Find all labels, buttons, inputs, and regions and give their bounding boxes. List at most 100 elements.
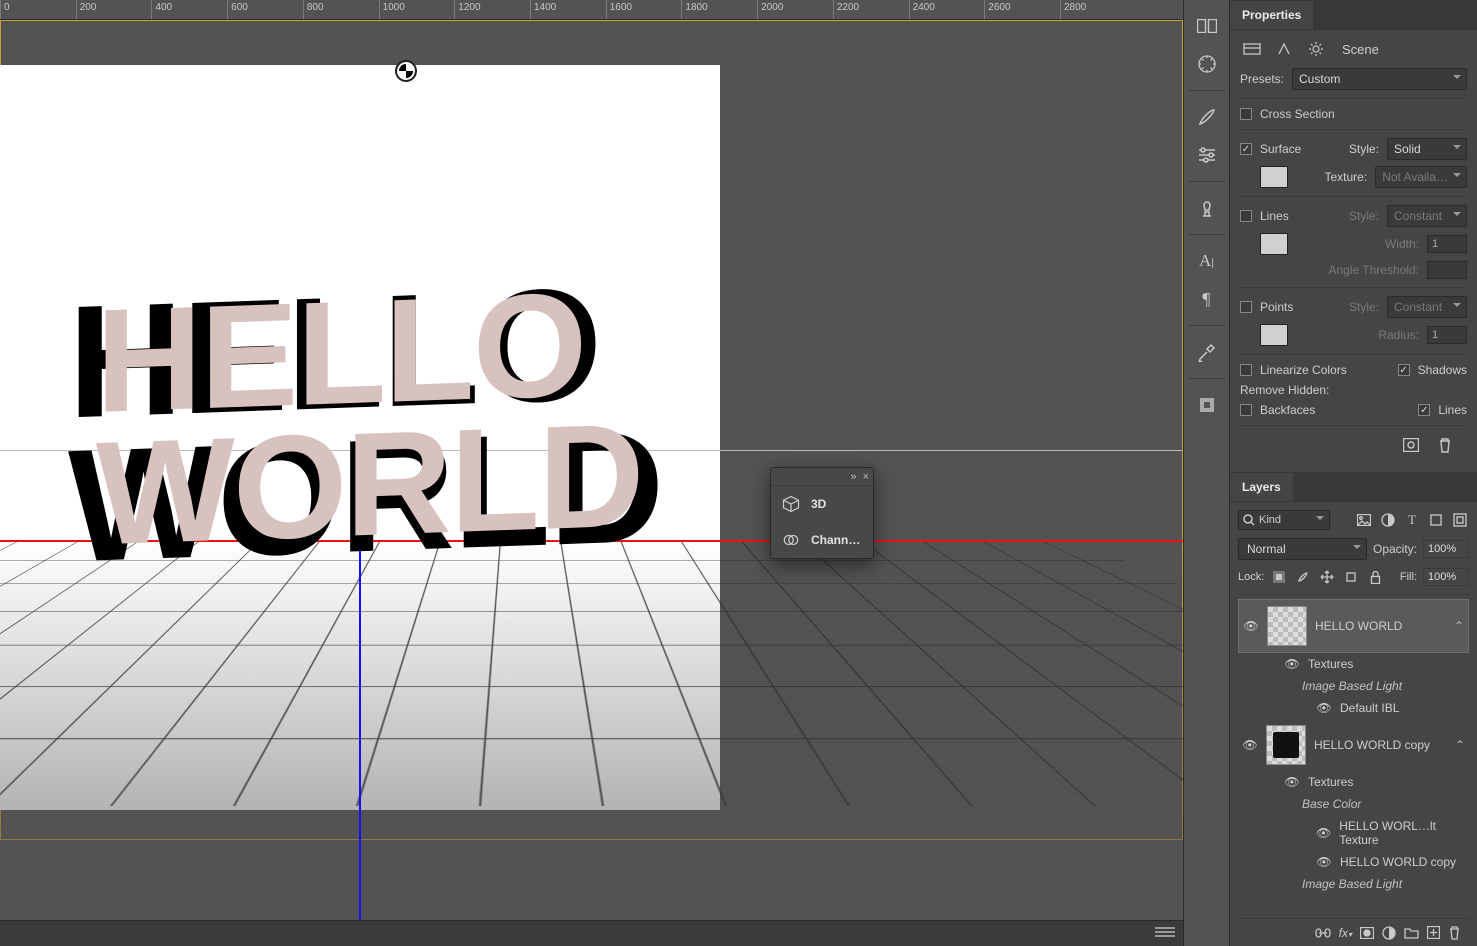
blend-mode-select[interactable]: Normal	[1238, 538, 1367, 560]
side-toolbar: A| ¶	[1183, 0, 1229, 946]
presets-select[interactable]: Custom	[1292, 68, 1467, 90]
mesh-view-icon[interactable]	[1272, 38, 1296, 60]
lock-brush-icon[interactable]	[1294, 568, 1312, 586]
compass-icon[interactable]	[1191, 48, 1223, 80]
cross-section-checkbox[interactable]	[1240, 108, 1252, 120]
backfaces-checkbox[interactable]	[1240, 404, 1252, 416]
ruler-tick: 0	[0, 0, 10, 19]
collapse-icon[interactable]: »	[850, 471, 856, 483]
lock-artboard-icon[interactable]	[1342, 568, 1360, 586]
surface-checkbox[interactable]	[1240, 143, 1252, 155]
ruler-tick: 2400	[909, 0, 935, 19]
visibility-icon[interactable]: 👁	[1284, 775, 1300, 789]
textures-label[interactable]: Textures	[1308, 775, 1353, 789]
trash-icon[interactable]	[1433, 434, 1457, 456]
filter-adjust-icon[interactable]	[1379, 511, 1397, 529]
text-3d-front: HELLO WORLD	[96, 286, 643, 551]
tools-icon[interactable]	[1191, 336, 1223, 368]
fill-label: Fill:	[1400, 571, 1417, 583]
visibility-icon[interactable]: 👁	[1243, 619, 1259, 633]
trash-icon[interactable]	[1448, 925, 1461, 940]
lock-move-icon[interactable]	[1318, 568, 1336, 586]
status-menu-icon[interactable]	[1155, 927, 1175, 941]
filter-smart-icon[interactable]	[1451, 511, 1469, 529]
folder-icon[interactable]	[1404, 927, 1419, 939]
layers-body: Kind T Normal Opacity: Lock: Fill:	[1230, 502, 1477, 946]
tab-properties[interactable]: Properties	[1230, 1, 1313, 29]
filter-image-icon[interactable]	[1355, 511, 1373, 529]
texture-item[interactable]: HELLO WORL…lt Texture	[1339, 819, 1465, 847]
mask-icon[interactable]	[1360, 927, 1374, 939]
ruler-tick: 1000	[379, 0, 405, 19]
surface-texture-select: Not Availa…	[1375, 166, 1467, 188]
linearize-colors-checkbox[interactable]	[1240, 364, 1252, 376]
light-view-icon[interactable]	[1304, 38, 1328, 60]
render-icon[interactable]	[1399, 434, 1423, 456]
layer-row[interactable]: 👁 HELLO WORLD ⌃	[1238, 599, 1469, 653]
properties-tabbar: Properties	[1230, 0, 1477, 30]
visibility-icon[interactable]: 👁	[1316, 826, 1331, 840]
close-icon[interactable]: ×	[863, 471, 869, 483]
layers-footer: fx▾	[1238, 918, 1469, 946]
visibility-icon[interactable]: 👁	[1242, 738, 1258, 752]
sliders-icon[interactable]	[1191, 139, 1223, 171]
ibl-label: Image Based Light	[1302, 679, 1402, 693]
stamp-icon[interactable]	[1191, 192, 1223, 224]
lines-checkbox[interactable]	[1240, 210, 1252, 222]
layers-tabbar: Layers	[1230, 472, 1477, 502]
layer-row[interactable]: 👁 HELLO WORLD copy ⌃	[1238, 719, 1469, 771]
link-icon[interactable]	[1315, 928, 1331, 938]
float-item-label: 3D	[811, 497, 826, 511]
float-item-channels[interactable]: Chann…	[771, 522, 873, 558]
character-icon[interactable]: A|	[1191, 245, 1223, 277]
panel-toggle-icon[interactable]	[1191, 10, 1223, 42]
layer-thumbnail[interactable]	[1266, 725, 1306, 765]
scene-view-icon[interactable]	[1240, 38, 1264, 60]
filter-kind-select[interactable]: Kind	[1238, 510, 1330, 530]
new-layer-icon[interactable]	[1427, 926, 1440, 939]
default-ibl-item[interactable]: Default IBL	[1340, 701, 1399, 715]
fill-input[interactable]	[1423, 568, 1469, 586]
opacity-input[interactable]	[1423, 540, 1469, 558]
ground-fade	[0, 540, 1183, 920]
points-color-swatch[interactable]	[1260, 324, 1288, 346]
surface-style-select[interactable]: Solid	[1387, 138, 1467, 160]
float-item-3d[interactable]: 3D	[771, 486, 873, 522]
canvas-body[interactable]: HELLO WORLD HELLO WORLD » × 3D	[0, 20, 1183, 920]
points-radius-input	[1427, 326, 1467, 344]
lines-color-swatch[interactable]	[1260, 233, 1288, 255]
lines-hidden-checkbox[interactable]	[1418, 404, 1430, 416]
chevron-up-icon[interactable]: ⌃	[1455, 738, 1465, 752]
artboard-icon[interactable]	[1191, 389, 1223, 421]
surface-texture-label: Texture:	[1325, 170, 1368, 184]
texture-item[interactable]: HELLO WORLD copy	[1340, 855, 1456, 869]
visibility-icon[interactable]: 👁	[1316, 701, 1332, 715]
tab-layers[interactable]: Layers	[1230, 473, 1293, 501]
filter-shape-icon[interactable]	[1427, 511, 1445, 529]
float-panel-header[interactable]: » ×	[771, 468, 873, 486]
textures-label[interactable]: Textures	[1308, 657, 1353, 671]
paragraph-icon[interactable]: ¶	[1191, 283, 1223, 315]
visibility-icon[interactable]: 👁	[1316, 855, 1332, 869]
visibility-icon[interactable]: 👁	[1284, 657, 1300, 671]
layer-thumbnail[interactable]	[1267, 606, 1307, 646]
surface-style-label: Style:	[1349, 142, 1379, 156]
light-widget-icon[interactable]	[395, 60, 417, 82]
brush-icon[interactable]	[1191, 101, 1223, 133]
shadows-checkbox[interactable]	[1398, 364, 1410, 376]
float-panel[interactable]: » × 3D Chann…	[770, 467, 874, 559]
right-panel: Properties Scene Presets: Custom Cross S…	[1229, 0, 1477, 946]
properties-title: Scene	[1342, 42, 1379, 57]
chevron-up-icon[interactable]: ⌃	[1454, 619, 1464, 633]
canvas-region: 0200400600800100012001400160018002000220…	[0, 0, 1183, 946]
fx-icon[interactable]: fx▾	[1339, 926, 1352, 940]
points-checkbox[interactable]	[1240, 301, 1252, 313]
ruler-tick: 1200	[454, 0, 480, 19]
adjustment-icon[interactable]	[1382, 926, 1396, 940]
lock-pixels-icon[interactable]	[1270, 568, 1288, 586]
lock-all-icon[interactable]	[1366, 568, 1384, 586]
filter-type-icon[interactable]: T	[1403, 511, 1421, 529]
presets-label: Presets:	[1240, 72, 1284, 86]
layer-list: 👁 HELLO WORLD ⌃ 👁 Textures Image Based Li…	[1238, 594, 1469, 910]
surface-color-swatch[interactable]	[1260, 166, 1288, 188]
